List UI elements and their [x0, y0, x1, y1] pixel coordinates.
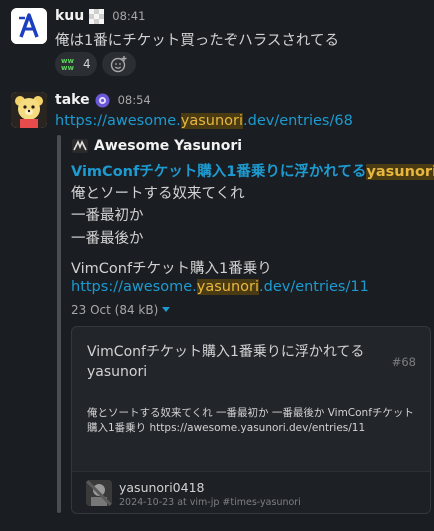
add-reaction-button[interactable] — [102, 52, 136, 76]
quote-line: 俺とソートする奴来てくれ — [71, 186, 245, 202]
card-footer: yasunori0418 2024-10-23 at vim-jp #times… — [72, 471, 430, 513]
link-part[interactable]: https://awesome. — [71, 279, 197, 295]
yasunori-logo-icon — [72, 139, 88, 153]
quote-subtitle: VimConfチケット購入1番乗り — [71, 261, 272, 277]
link-part[interactable]: https://awesome. — [55, 113, 181, 129]
quote-line: 一番最後か — [71, 231, 144, 247]
timestamp[interactable]: 08:54 — [118, 93, 151, 107]
user-avatar-kuu[interactable] — [11, 8, 47, 44]
quote-title-highlight[interactable]: yasunori — [366, 164, 434, 180]
reaction-pill[interactable]: ww ww 4 — [55, 52, 97, 76]
quote-link[interactable]: https://awesome.yasunori.dev/entries/11 — [71, 279, 369, 295]
link-part[interactable]: .dev/entries/68 — [243, 113, 353, 129]
purple-status-icon — [95, 93, 110, 108]
checker-status-icon — [89, 8, 105, 24]
quote-title[interactable]: VimConfチケット購入1番乗りに浮かれてるyasunori — [71, 160, 434, 181]
author-name[interactable]: kuu — [55, 8, 84, 24]
user-avatar-take[interactable] — [11, 92, 47, 128]
link-part[interactable]: .dev/entries/11 — [259, 279, 369, 295]
quote-author: Awesome Yasunori — [72, 138, 242, 154]
message-header: kuu 08:41 — [55, 8, 145, 24]
quote-meta-text: 23 Oct (84 kB) — [71, 303, 159, 317]
reaction-count: 4 — [83, 57, 91, 71]
quote-bar — [57, 135, 61, 513]
author-name[interactable]: take — [55, 92, 90, 108]
link-highlight[interactable]: yasunori — [180, 113, 243, 129]
svg-text:ww: ww — [61, 64, 74, 71]
caret-down-icon[interactable] — [162, 307, 171, 313]
message-link[interactable]: https://awesome.yasunori.dev/entries/68 — [55, 113, 353, 129]
link-preview-card[interactable]: VimConfチケット購入1番乗りに浮かれてる yasunori #68 俺とソ… — [71, 326, 431, 514]
kuu-logo-icon — [11, 8, 47, 44]
card-user-avatar[interactable] — [86, 480, 112, 506]
card-title[interactable]: VimConfチケット購入1番乗りに浮かれてる yasunori — [87, 342, 387, 382]
link-highlight[interactable]: yasunori — [196, 279, 259, 295]
bear-avatar-icon — [11, 92, 47, 128]
timestamp[interactable]: 08:41 — [112, 9, 145, 23]
card-description: 俺とソートする奴来てくれ 一番最初か 一番最後か VimConfチケット購入1番… — [87, 407, 414, 434]
quote-meta[interactable]: 23 Oct (84 kB) — [71, 303, 171, 317]
www-icon: ww ww — [61, 57, 74, 71]
card-subtext: 2024-10-23 at vim-jp #times-yasunori — [119, 497, 301, 508]
card-user-name[interactable]: yasunori0418 — [119, 480, 205, 495]
user-photo-icon — [86, 480, 112, 506]
add-emoji-icon — [110, 56, 127, 73]
quote-title-text[interactable]: VimConfチケット購入1番乗りに浮かれてる — [71, 164, 366, 180]
quote-line: 一番最初か — [71, 208, 144, 224]
message-text: 俺は1番にチケット買ったぞハラスされてる — [55, 33, 339, 49]
card-number: #68 — [391, 355, 416, 369]
message-header: take 08:54 — [55, 92, 151, 108]
quote-author-name[interactable]: Awesome Yasunori — [94, 138, 242, 154]
